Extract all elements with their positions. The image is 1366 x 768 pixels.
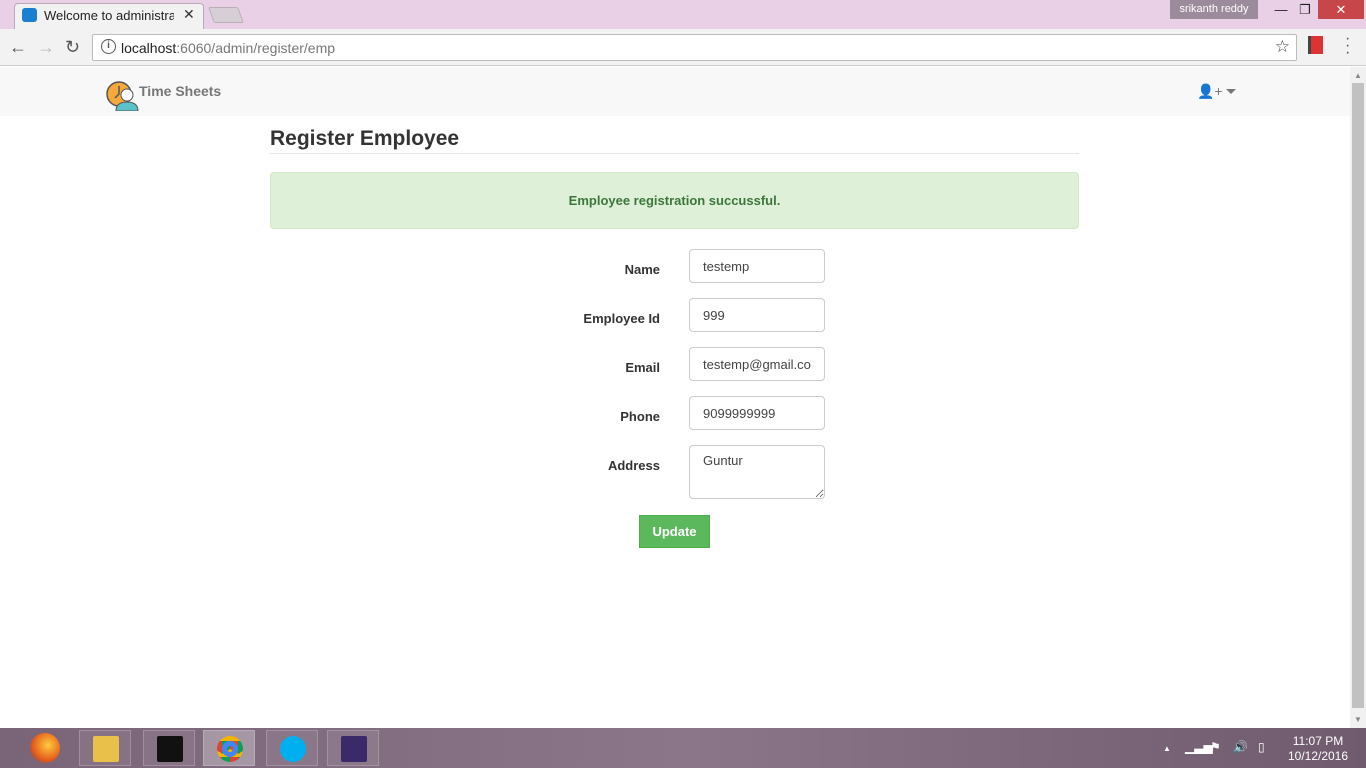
url-path: :6060/admin/register/emp: [176, 40, 336, 56]
url-host: localhost: [121, 40, 177, 56]
app-navbar: Time Sheets 👤+: [0, 67, 1350, 116]
action-center-flag-icon[interactable]: ⚑: [1210, 740, 1221, 754]
taskbar-file-explorer[interactable]: [79, 730, 131, 766]
cloud-favicon-icon: [22, 8, 37, 22]
tab-title: Welcome to administratio: [44, 8, 174, 23]
name-input[interactable]: [689, 249, 825, 283]
address-bar[interactable]: i localhost:6060/admin/register/emp ☆: [92, 34, 1297, 61]
chevron-down-icon[interactable]: [1226, 89, 1236, 94]
name-label: Name: [624, 262, 660, 277]
browser-toolbar: ← → ↻ i localhost:6060/admin/register/em…: [0, 29, 1366, 66]
address-textarea[interactable]: Guntur: [689, 445, 825, 499]
page-title: Register Employee: [270, 127, 1079, 154]
email-label: Email: [625, 360, 660, 375]
firefox-icon[interactable]: [30, 733, 60, 763]
address-label: Address: [607, 458, 660, 473]
brand-title[interactable]: Time Sheets: [139, 83, 221, 99]
bookmark-star-icon[interactable]: ☆: [1275, 37, 1290, 57]
phone-label: Phone: [620, 409, 660, 424]
employee-id-input[interactable]: [689, 298, 825, 332]
close-window-icon[interactable]: ✕: [1318, 0, 1364, 19]
reload-icon[interactable]: ↻: [65, 37, 80, 58]
email-input[interactable]: [689, 347, 825, 381]
profile-name[interactable]: srikanth reddy: [1170, 0, 1258, 19]
user-plus-icon[interactable]: 👤+: [1197, 83, 1223, 100]
browser-titlebar: Welcome to administratio ✕ srikanth redd…: [0, 0, 1366, 30]
back-icon[interactable]: ←: [9, 37, 27, 58]
volume-icon[interactable]: 🔊: [1233, 740, 1248, 754]
phone-input[interactable]: [689, 396, 825, 430]
waveform-icon: [157, 736, 183, 762]
update-button[interactable]: Update: [639, 515, 710, 548]
windows-taskbar: ▲ ▁▃▅ ⚑ 🔊 ▯ 11:07 PM 10/12/2016: [0, 728, 1366, 768]
system-clock[interactable]: 11:07 PM 10/12/2016: [1285, 734, 1351, 764]
close-tab-icon[interactable]: ✕: [183, 6, 195, 23]
folder-icon: [93, 736, 119, 762]
clock-time: 11:07 PM: [1292, 734, 1344, 748]
clock-date: 10/12/2016: [1287, 749, 1349, 763]
taskbar-java-ee-ide[interactable]: [327, 730, 379, 766]
show-hidden-icons[interactable]: ▲: [1163, 744, 1171, 753]
taskbar-skype[interactable]: [266, 730, 318, 766]
skype-icon: [280, 736, 306, 762]
battery-icon[interactable]: ▯: [1258, 740, 1265, 754]
info-icon[interactable]: i: [101, 39, 116, 54]
scrollbar[interactable]: ▲ ▼: [1350, 67, 1366, 728]
scroll-up-icon[interactable]: ▲: [1354, 71, 1362, 80]
employee-id-label: Employee Id: [583, 311, 660, 326]
taskbar-chrome[interactable]: [203, 730, 255, 766]
menu-dots-icon[interactable]: · · ·: [1345, 31, 1351, 61]
scrollbar-thumb[interactable]: [1352, 83, 1364, 708]
java-ee-ide-icon: [341, 736, 367, 762]
scroll-down-icon[interactable]: ▼: [1354, 715, 1362, 724]
network-icon[interactable]: ▁▃▅: [1185, 740, 1213, 754]
new-tab-button[interactable]: [208, 7, 244, 23]
forward-icon[interactable]: →: [37, 37, 55, 58]
success-alert: Employee registration succussful.: [270, 172, 1079, 229]
taskbar-audio-editor[interactable]: [143, 730, 195, 766]
timesheet-logo-icon[interactable]: [105, 81, 139, 111]
extension-icon[interactable]: [1308, 36, 1323, 54]
chrome-icon: [217, 736, 243, 762]
